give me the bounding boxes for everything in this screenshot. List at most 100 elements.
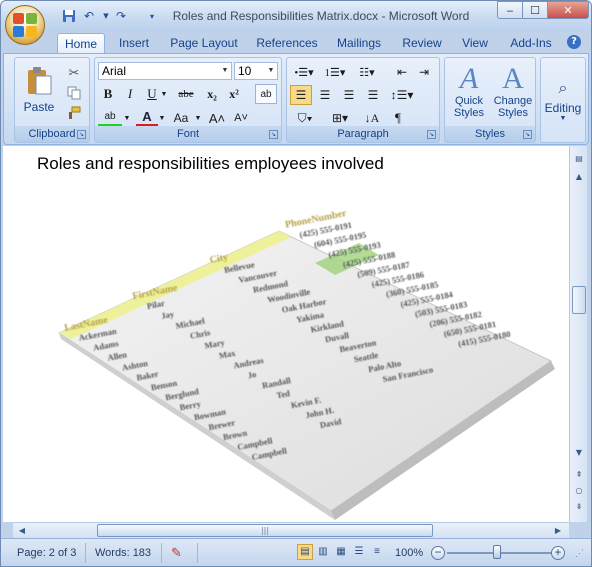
paste-label: Paste	[23, 100, 55, 114]
paragraph-launcher-icon[interactable]: ↘	[427, 130, 436, 139]
undo-icon[interactable]: ↶	[81, 8, 97, 24]
horizontal-scrollbar[interactable]: ◀ ||| ▶	[13, 522, 569, 538]
copy-icon[interactable]	[65, 84, 83, 102]
editing-button[interactable]: ⌕ Editing ▼	[542, 60, 584, 138]
web-layout-icon[interactable]: ▦	[333, 544, 349, 560]
save-icon[interactable]	[61, 8, 77, 24]
scroll-left-icon[interactable]: ◀	[15, 524, 29, 538]
quick-styles-button[interactable]: A Quick Styles	[447, 60, 491, 122]
tab-references[interactable]: References	[253, 33, 321, 53]
resize-grip-icon[interactable]: ⋰	[575, 545, 584, 561]
italic-button[interactable]: I	[120, 84, 140, 104]
font-name-combo[interactable]: Arial ▼	[98, 62, 232, 80]
grow-font-button[interactable]: A˄	[205, 108, 229, 128]
tab-insert[interactable]: Insert	[111, 33, 157, 53]
bullets-icon[interactable]: •☰▾	[290, 62, 318, 82]
scroll-up-icon[interactable]: ▲	[572, 170, 586, 184]
tab-add-ins[interactable]: Add-Ins	[505, 33, 557, 53]
align-center-icon[interactable]: ☰	[314, 85, 336, 105]
align-right-icon[interactable]: ☰	[338, 85, 360, 105]
close-button[interactable]: ✕	[547, 1, 589, 19]
multilevel-list-icon[interactable]: ☷▾	[353, 62, 381, 82]
font-size-dropdown-icon[interactable]: ▼	[265, 63, 277, 79]
undo-dropdown-icon[interactable]: ▼	[98, 8, 114, 24]
tab-review[interactable]: Review	[399, 33, 445, 53]
font-name-dropdown-icon[interactable]: ▼	[219, 63, 231, 79]
scroll-down-icon[interactable]: ▼	[572, 446, 586, 460]
help-icon[interactable]: ?	[567, 35, 581, 49]
change-styles-button[interactable]: A Change Styles	[491, 60, 535, 122]
strikethrough-button[interactable]: abe	[173, 84, 199, 104]
sort-icon[interactable]: ↓A	[361, 108, 383, 128]
zoom-in-icon[interactable]: +	[551, 546, 565, 560]
document-heading: Roles and responsibilities employees inv…	[37, 154, 384, 173]
cut-icon[interactable]: ✂	[65, 64, 83, 82]
previous-page-icon[interactable]: ⇞	[572, 468, 586, 482]
status-separator	[197, 543, 198, 563]
zoom-level[interactable]: 100%	[395, 545, 423, 561]
tab-page-layout[interactable]: Page Layout	[167, 33, 241, 53]
font-launcher-icon[interactable]: ↘	[269, 130, 278, 139]
shrink-font-button[interactable]: A˅	[229, 108, 253, 128]
ruler-toggle-icon[interactable]: ▤	[572, 152, 586, 166]
bold-button[interactable]: B	[98, 84, 118, 104]
draft-icon[interactable]: ≡	[369, 544, 385, 560]
change-case-dropdown-icon[interactable]: ▼	[193, 108, 203, 128]
binoculars-icon: ⌕	[558, 79, 568, 97]
zoom-slider-thumb[interactable]	[493, 545, 501, 559]
table-perspective-image: LastNameFirstNameCityPhoneNumberAckerman…	[57, 211, 555, 520]
quick-styles-label: Quick Styles	[454, 95, 484, 119]
clear-formatting-icon[interactable]: ab	[255, 84, 277, 104]
scroll-right-icon[interactable]: ▶	[551, 524, 565, 538]
vertical-scrollbar[interactable]: ▤ ▲ ▼ ⇞ ○ ⇟	[569, 146, 587, 522]
tab-mailings[interactable]: Mailings	[331, 33, 387, 53]
underline-dropdown-icon[interactable]: ▼	[159, 84, 169, 104]
show-formatting-icon[interactable]: ¶	[387, 108, 409, 128]
justify-icon[interactable]: ☰	[362, 85, 384, 105]
numbering-icon[interactable]: 1☰▾	[321, 62, 349, 82]
vertical-scroll-thumb[interactable]	[572, 286, 586, 314]
outline-icon[interactable]: ☰	[351, 544, 367, 560]
status-separator	[85, 543, 86, 563]
increase-indent-icon[interactable]: ⇥	[413, 62, 435, 82]
ribbon: Paste ✂ Clipboard ↘ Arial ▼ 10 ▼ B I U ▼ a…	[3, 53, 589, 145]
full-screen-reading-icon[interactable]: ▥	[315, 544, 331, 560]
change-case-button[interactable]: Aa	[169, 108, 193, 128]
table-slab	[57, 230, 552, 512]
styles-launcher-icon[interactable]: ↘	[523, 130, 532, 139]
clipboard-launcher-icon[interactable]: ↘	[77, 130, 86, 139]
redo-icon[interactable]: ↷	[113, 8, 129, 24]
font-group: Arial ▼ 10 ▼ B I U ▼ abe x₂ x² ab ab ▼ A ▼…	[94, 57, 282, 143]
office-button[interactable]	[5, 5, 45, 45]
quick-styles-icon: A	[459, 62, 479, 95]
next-page-icon[interactable]: ⇟	[572, 500, 586, 514]
horizontal-scroll-thumb[interactable]: |||	[97, 524, 433, 537]
subscript-button[interactable]: x₂	[202, 84, 222, 104]
minimize-button[interactable]: ‒	[497, 1, 523, 19]
tab-home[interactable]: Home	[57, 33, 105, 53]
select-browse-object-icon[interactable]: ○	[572, 484, 586, 498]
customize-toolbar-icon[interactable]: ▾	[144, 8, 160, 24]
font-color-dropdown-icon[interactable]: ▼	[157, 108, 167, 128]
proofing-icon[interactable]: ✎	[171, 545, 182, 561]
align-left-icon[interactable]: ☰	[290, 85, 312, 105]
word-count[interactable]: Words: 183	[95, 545, 151, 561]
word-window: ↶ ▼ ↷ ▾ Roles and Responsibilities Matri…	[0, 0, 592, 567]
zoom-out-icon[interactable]: −	[431, 546, 445, 560]
font-color-icon[interactable]: A	[136, 108, 158, 128]
highlight-dropdown-icon[interactable]: ▼	[122, 108, 132, 128]
borders-icon[interactable]: ⊞▾	[325, 108, 355, 128]
paste-button[interactable]: Paste	[19, 62, 59, 118]
tab-view[interactable]: View	[455, 33, 495, 53]
line-spacing-icon[interactable]: ↕☰▾	[387, 85, 417, 105]
font-size-combo[interactable]: 10 ▼	[234, 62, 278, 80]
status-separator	[161, 543, 162, 563]
format-painter-icon[interactable]	[65, 104, 83, 122]
maximize-button[interactable]: ☐	[522, 1, 548, 19]
highlight-icon[interactable]: ab	[98, 108, 122, 128]
decrease-indent-icon[interactable]: ⇤	[391, 62, 413, 82]
superscript-button[interactable]: x²	[224, 84, 244, 104]
shading-icon[interactable]: ⛉▾	[290, 108, 320, 128]
print-layout-icon[interactable]: ▤	[297, 544, 313, 560]
page-count[interactable]: Page: 2 of 3	[17, 545, 76, 561]
